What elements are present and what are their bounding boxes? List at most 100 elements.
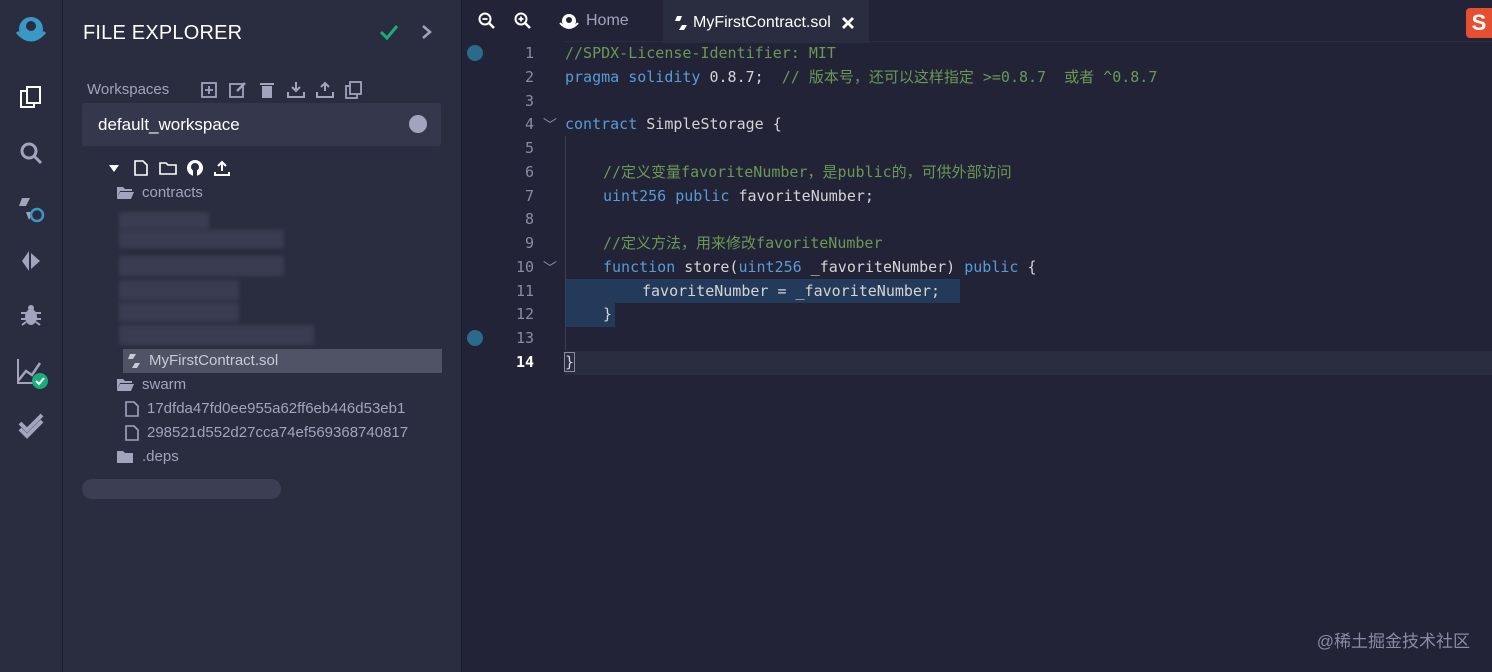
check-icon[interactable] — [379, 22, 399, 47]
obscured-file — [119, 212, 209, 230]
obscured-file — [119, 325, 314, 345]
obscured-file — [119, 256, 284, 276]
line-number: 3 — [524, 92, 534, 110]
clone-workspace-icon[interactable] — [344, 80, 363, 99]
remix-logo-icon[interactable] — [14, 12, 48, 46]
file-swarm-2[interactable]: 298521d552d27cca74ef569368740817 — [125, 424, 443, 441]
horizontal-scrollbar[interactable] — [82, 479, 281, 499]
zoom-in-icon[interactable] — [514, 12, 532, 30]
code-line-14: } — [563, 350, 576, 374]
close-icon[interactable] — [841, 16, 855, 30]
new-file-icon[interactable] — [132, 159, 150, 177]
code-line-2: pragma solidity 0.8.7; // 版本号，还可以这样指定 >=… — [565, 65, 1157, 89]
line-gutter: 1 2 3 4 5 6 7 8 9 10 11 12 13 14 ﹀ ﹀ — [462, 41, 564, 672]
line-number: 13 — [515, 329, 534, 347]
code-line-9: //定义方法，用来修改favoriteNumber — [603, 231, 883, 255]
brace: } — [603, 305, 613, 323]
code-editor[interactable]: //SPDX-License-Identifier: MIT pragma so… — [563, 41, 1492, 672]
zoom-out-icon[interactable] — [478, 12, 496, 30]
tab-home[interactable]: Home — [546, 0, 662, 41]
keyword: solidity — [628, 68, 701, 86]
workspace-select[interactable]: default_workspace — [82, 103, 441, 146]
editor-area: Home MyFirstContract.sol S 1 2 3 4 5 6 7… — [462, 0, 1492, 672]
code-line-6: //定义变量favoriteNumber，是public的，可供外部访问 — [603, 160, 1012, 184]
upload-icon[interactable] — [213, 159, 231, 177]
fold-chevron-icon[interactable]: ﹀ — [543, 258, 557, 278]
test-icon[interactable] — [14, 408, 48, 442]
line-number: 5 — [524, 139, 534, 157]
folder-open-icon — [117, 186, 134, 199]
search-icon[interactable] — [14, 136, 48, 170]
solidity-compiler-icon[interactable] — [14, 192, 48, 226]
folder-contracts[interactable]: contracts — [116, 184, 203, 201]
folder-open-icon — [117, 378, 134, 391]
statement: favoriteNumber = _favoriteNumber; — [642, 282, 941, 300]
watermark: @稀土掘金技术社区 — [1316, 632, 1470, 651]
line-number-active: 14 — [515, 353, 534, 371]
file-swarm-1[interactable]: 17dfda47fd0ee955a62ff6eb446d53eb1 — [125, 400, 443, 417]
line-number: 8 — [524, 210, 534, 228]
code-line-12: } — [603, 302, 612, 326]
code-line-4: contract SimpleStorage { — [565, 112, 782, 136]
workspaces-label: Workspaces — [87, 81, 170, 98]
obscured-file — [119, 302, 239, 322]
code-line-10: function store(uint256 _favoriteNumber) … — [603, 255, 1037, 279]
obscured-file — [119, 230, 284, 248]
file-label: 298521d552d27cca74ef569368740817 — [147, 424, 409, 441]
keyword: public — [964, 258, 1019, 276]
brace: } — [563, 352, 576, 372]
file-myfirstcontract[interactable]: MyFirstContract.sol — [127, 352, 278, 369]
folder-label: swarm — [142, 376, 187, 393]
folder-deps[interactable]: .deps — [116, 448, 179, 465]
file-tree-toolbar — [105, 159, 231, 177]
analysis-icon[interactable] — [14, 355, 48, 389]
chevron-right-icon[interactable] — [420, 22, 434, 47]
keyword: function — [603, 258, 676, 276]
fold-chevron-icon[interactable]: ﹀ — [543, 115, 557, 135]
download-workspace-icon[interactable] — [286, 80, 305, 99]
new-folder-icon[interactable] — [159, 159, 177, 177]
restore-workspace-icon[interactable] — [315, 80, 334, 99]
tab-myfirstcontract[interactable]: MyFirstContract.sol — [663, 0, 869, 43]
type: uint256 — [603, 187, 667, 205]
keyword: pragma — [565, 68, 620, 86]
line-number: 11 — [515, 282, 534, 300]
caret-down-icon[interactable] — [105, 159, 123, 177]
line-number: 12 — [515, 305, 534, 323]
keyword: contract — [565, 115, 638, 133]
line-number: 4 — [524, 115, 534, 133]
deploy-run-icon[interactable] — [14, 244, 48, 278]
folder-icon — [117, 450, 133, 463]
folder-swarm[interactable]: swarm — [116, 376, 186, 393]
identifier: _favoriteNumber) — [801, 258, 965, 276]
select-arrows-icon — [409, 115, 427, 133]
identifier: SimpleStorage { — [637, 115, 782, 133]
file-icon — [125, 424, 139, 441]
solidity-file-icon — [675, 15, 687, 30]
comment: //SPDX-License-Identifier: MIT — [565, 44, 836, 62]
icon-sidebar — [0, 0, 63, 672]
keyword: public — [666, 187, 730, 205]
github-icon[interactable] — [186, 159, 204, 177]
tab-label: MyFirstContract.sol — [693, 13, 831, 31]
file-icon — [125, 400, 139, 417]
rename-workspace-icon[interactable] — [228, 80, 247, 99]
indent-guide — [565, 136, 566, 350]
debugger-icon[interactable] — [14, 298, 48, 332]
version: 0.8.7; — [700, 68, 764, 86]
file-explorer-panel: FILE EXPLORER Workspaces default_workspa… — [63, 0, 462, 672]
file-label: 17dfda47fd0ee955a62ff6eb446d53eb1 — [147, 400, 406, 417]
line-number: 2 — [524, 68, 534, 86]
delete-workspace-icon[interactable] — [257, 80, 276, 99]
folder-label: .deps — [142, 448, 179, 465]
panel-title: FILE EXPLORER — [83, 22, 243, 44]
comment: //定义变量favoriteNumber，是public的，可供外部访问 — [603, 163, 1012, 181]
code-line-11: favoriteNumber = _favoriteNumber; — [642, 279, 940, 303]
active-line-highlight — [565, 351, 1492, 375]
line-number: 10 — [515, 258, 534, 276]
workspace-toolbar — [199, 80, 363, 99]
file-explorer-icon[interactable] — [14, 80, 48, 114]
create-workspace-icon[interactable] — [199, 80, 218, 99]
workspace-value: default_workspace — [98, 115, 240, 134]
obscured-file — [119, 280, 239, 300]
